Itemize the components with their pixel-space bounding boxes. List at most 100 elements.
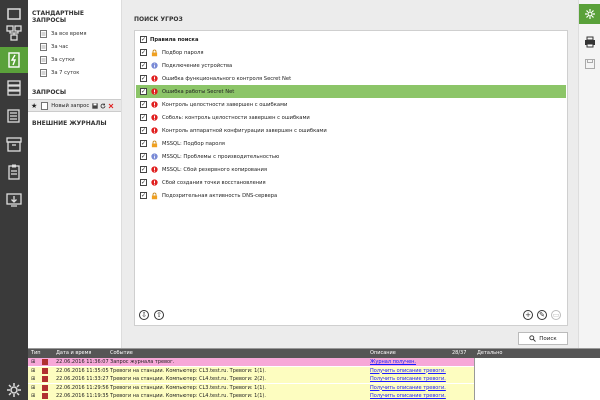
expand-icon[interactable]: ⊞ [31,368,35,374]
info-icon [150,62,158,70]
print-button[interactable] [579,32,600,52]
tree-item-label: За все время [51,30,87,37]
expand-icon[interactable]: ⊞ [31,393,35,399]
rule-checkbox[interactable]: ✓ [140,101,147,108]
error-icon [150,114,158,122]
delete-rule-button[interactable]: ▭ [551,310,561,320]
row-description-link[interactable]: Получить описание тревоги. [370,393,446,399]
rule-label: Контроль аппаратной конфигурации заверше… [162,127,327,134]
rule-checkbox[interactable]: ✓ [140,49,147,56]
col-datetime[interactable]: Дата и время [56,350,91,356]
archive-icon [6,137,22,152]
rule-checkbox[interactable]: ✓ [140,114,147,121]
rule-row[interactable]: ✓ Ошибка функционального контроля Secret … [136,72,566,85]
rule-checkbox[interactable]: ✓ [140,179,147,186]
rail-download-button[interactable] [0,187,28,213]
export-button[interactable]: ⇧ [154,310,164,320]
row-event: Тревоги на станции. Компьютер: CL3.test.… [110,384,266,391]
rule-label: Подбор пароля [162,49,204,56]
col-type[interactable]: Тип [31,350,41,356]
rule-row[interactable]: ✓ MSSQL: Проблемы с производительностью [136,150,566,163]
tree-item-week[interactable]: За 7 суток [28,66,121,79]
rule-row[interactable]: ✓ Подозрительная активность DNS-сервера [136,189,566,202]
alert-type-icon [42,384,48,391]
rule-row[interactable]: ✓ MSSQL: Сбой резервного копирования [136,163,566,176]
rule-checkbox[interactable]: ✓ [140,75,147,82]
standard-queries-header: СТАНДАРТНЫЕ ЗАПРОСЫ [32,10,84,24]
add-rule-button[interactable]: + [523,310,533,320]
alert-type-icon [42,359,48,365]
rail-threats-button[interactable] [0,47,28,73]
rule-checkbox[interactable]: ✓ [140,192,147,199]
row-description-link[interactable]: Журнал получен. [370,359,416,365]
rail-storage-button[interactable] [0,131,28,157]
edit-rule-button[interactable]: ✎ [537,310,547,320]
row-description-link[interactable]: Получить описание тревоги. [370,368,446,374]
rail-journals-button[interactable] [0,103,28,129]
expand-icon[interactable]: ⊞ [31,385,35,391]
alert-type-icon [42,393,48,399]
rules-header-row[interactable]: ✓ Правила поиска [136,33,566,46]
rules-panel: ✓ Правила поиска ✓ Подбор пароля ✓ Подключе… [134,30,568,326]
document-icon [40,29,47,38]
rule-row[interactable]: ✓ Подключение устройства [136,59,566,72]
expand-icon[interactable]: ⊞ [31,359,35,365]
col-event[interactable]: Событие [110,350,133,356]
save-icon[interactable] [92,102,98,109]
search-button[interactable]: Поиск [518,332,568,345]
journal-row[interactable]: ⊞ 22.06.2016 11:19:35 Тревоги на станции. … [28,392,474,400]
refresh-icon[interactable] [100,103,106,109]
save-button[interactable] [579,54,600,74]
rail-reports-button[interactable] [0,159,28,185]
rule-checkbox[interactable]: ✓ [140,140,147,147]
tree-item-hour[interactable]: За час [28,40,121,53]
row-datetime: 22.06.2016 11:36:07 [56,359,109,365]
rule-label: MSSQL: Проблемы с производительностью [162,153,280,160]
rail-network-button[interactable] [0,20,28,46]
server-icon [7,80,21,96]
import-button[interactable]: ⇩ [139,310,149,320]
rule-checkbox[interactable]: ✓ [140,88,147,95]
col-description[interactable]: Описание [370,350,396,356]
row-datetime: 22.06.2016 11:29:56 [56,384,109,391]
row-description-link[interactable]: Получить описание тревоги. [370,376,446,382]
tree-item-day[interactable]: За сутки [28,53,121,66]
rule-row[interactable]: ✓ Ошибка работы Secret Net [136,85,566,98]
query-label: Новый запрос [51,102,90,109]
rule-checkbox[interactable]: ✓ [140,153,147,160]
document-icon [40,68,47,77]
expand-icon[interactable]: ⊞ [31,376,35,382]
alert-type-icon [42,376,48,382]
gear-icon [585,9,595,19]
rule-row[interactable]: ✓ Соболь: контроль целостности завершен с… [136,111,566,124]
rail-settings-button[interactable] [0,380,28,400]
rule-row[interactable]: ✓ Сбой создания точки восстановления [136,176,566,189]
tree-item-label: За сутки [51,56,75,63]
rule-row[interactable]: ✓ Контроль аппаратной конфигурации заверш… [136,124,566,137]
journal-row[interactable]: ⊞ 22.06.2016 11:33:27 Тревоги на станции. … [28,375,474,383]
threat-search-area: ПОИСК УГРОЗ ✓ Правила поиска ✓ Подбор пар… [122,0,578,348]
journal-row[interactable]: ⊞ 22.06.2016 11:36:07 Запрос журнала трево… [28,358,474,366]
rail-servers-button[interactable] [0,75,28,101]
right-action-rail [578,0,600,348]
rule-checkbox[interactable]: ✓ [140,62,147,69]
tree-item-all-time[interactable]: За все время [28,27,121,40]
journal-row[interactable]: ⊞ 22.06.2016 11:29:56 Тревоги на станции. … [28,383,474,392]
rail-settings-toggle[interactable] [579,4,600,24]
close-icon[interactable] [108,103,114,109]
rule-row[interactable]: ✓ Подбор пароля [136,46,566,59]
row-description-link[interactable]: Получить описание тревоги. [370,385,446,391]
col-details[interactable]: Детально [477,350,502,356]
tree-item-new-query[interactable]: ★ Новый запрос [28,99,121,112]
select-all-checkbox[interactable]: ✓ [140,36,147,43]
journal-row[interactable]: ⊞ 22.06.2016 11:35:05 Тревоги на станции. … [28,366,474,375]
rule-checkbox[interactable]: ✓ [140,127,147,134]
rule-label: MSSQL: Сбой резервного копирования [162,166,268,173]
rule-checkbox[interactable]: ✓ [140,166,147,173]
star-icon: ★ [31,101,38,110]
row-datetime: 22.06.2016 11:33:27 [56,376,109,382]
rule-row[interactable]: ✓ MSSQL: Подбор пароля [136,137,566,150]
rule-row[interactable]: ✓ Контроль целостности завершен с ошибкам… [136,98,566,111]
search-icon [529,335,537,342]
left-nav-rail [0,0,28,400]
